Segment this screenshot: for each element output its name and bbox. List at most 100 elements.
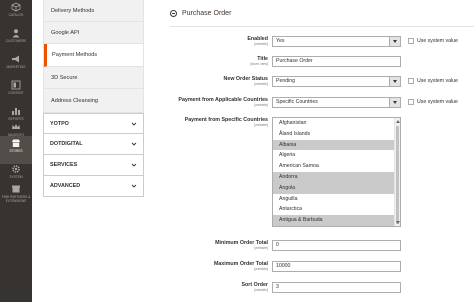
config-main: Purchase Order Enabled [website] Yes Use… bbox=[162, 0, 474, 302]
country-option[interactable]: Afghanistan bbox=[273, 118, 400, 129]
country-option[interactable]: Angola bbox=[273, 182, 400, 194]
nav-item-catalog[interactable]: Catalog bbox=[0, 0, 32, 28]
dropdown-arrow-icon bbox=[389, 77, 400, 86]
checkbox-icon[interactable] bbox=[408, 38, 414, 44]
config-item-delivery-methods[interactable]: Delivery Methods bbox=[44, 0, 143, 22]
nav-label: Catalog bbox=[8, 13, 24, 17]
country-option[interactable]: Andorra bbox=[273, 171, 400, 183]
nav-item-partners[interactable]: Find Partners & Extensions bbox=[0, 182, 32, 216]
field-label-sort-order: Sort Order [website] bbox=[158, 282, 269, 292]
admin-nav: Catalog Customers Marketing Content Repo… bbox=[0, 0, 32, 302]
system-label: Use system value bbox=[417, 78, 458, 84]
crown-icon bbox=[12, 124, 20, 129]
select-value: Pending bbox=[276, 78, 296, 84]
field-label-applicable-countries: Payment from Applicable Countries [websi… bbox=[158, 97, 268, 107]
use-system-value-enabled[interactable]: Use system value bbox=[408, 38, 458, 44]
section-header-purchase-order[interactable]: Purchase Order bbox=[170, 10, 231, 17]
system-label: Use system value bbox=[417, 99, 458, 105]
bar-chart-icon bbox=[12, 108, 20, 115]
field-label-specific-countries: Payment from Specific Countries [website… bbox=[158, 117, 268, 127]
title-input[interactable]: Purchase Order bbox=[272, 56, 401, 67]
config-section-yotpo[interactable]: YOTPO bbox=[43, 113, 144, 134]
section-label: DOTDIGITAL bbox=[50, 141, 83, 147]
multiselect-scrollbar[interactable] bbox=[394, 118, 400, 226]
section-divider bbox=[170, 26, 474, 27]
layout-icon bbox=[11, 80, 21, 90]
sales-tab-items: Delivery Methods Google API Payment Meth… bbox=[43, 0, 144, 113]
use-system-value-order-status[interactable]: Use system value bbox=[408, 78, 458, 84]
scope-text: [website] bbox=[254, 288, 268, 292]
new-order-status-select[interactable]: Pending bbox=[272, 76, 401, 87]
applicable-countries-select[interactable]: Specific Countries bbox=[272, 97, 401, 108]
field-label-new-order-status: New Order Status [website] bbox=[158, 76, 268, 86]
scope-text: [website] bbox=[254, 82, 268, 86]
nav-label: Customers bbox=[5, 39, 27, 43]
section-label: YOTPO bbox=[50, 120, 69, 127]
max-total-input[interactable]: 10000 bbox=[272, 261, 401, 272]
scope-text: [website] bbox=[254, 246, 268, 250]
chevron-down-icon bbox=[131, 142, 137, 146]
box-icon bbox=[12, 185, 20, 193]
specific-countries-multiselect[interactable]: Afghanistan Åland Islands Albania Algeri… bbox=[272, 117, 401, 227]
nav-label: Find Partners & Extensions bbox=[1, 195, 31, 203]
megaphone-icon bbox=[12, 55, 19, 63]
scroll-down-icon[interactable] bbox=[396, 221, 400, 224]
nav-label: Marketing bbox=[6, 65, 26, 69]
config-section-services[interactable]: SERVICES bbox=[43, 155, 144, 176]
chevron-down-icon bbox=[131, 122, 137, 126]
config-section-dotdigital[interactable]: DOTDIGITAL bbox=[43, 134, 144, 155]
scope-text: [website] bbox=[254, 267, 268, 271]
nav-label: Stores bbox=[9, 149, 23, 153]
scope-text: [store view] bbox=[250, 62, 268, 66]
config-item-google-api[interactable]: Google API bbox=[44, 22, 143, 44]
checkbox-icon[interactable] bbox=[408, 78, 414, 84]
scope-text: [website] bbox=[254, 42, 268, 46]
country-option[interactable]: American Samoa bbox=[273, 161, 400, 172]
scope-text: [website] bbox=[254, 103, 268, 107]
nav-item-marketing[interactable]: Marketing bbox=[0, 52, 32, 80]
country-option[interactable]: Antigua & Barbuda bbox=[273, 215, 400, 226]
chevron-down-icon bbox=[131, 163, 137, 167]
field-label-enabled: Enabled [website] bbox=[158, 36, 268, 46]
field-label-min-total: Minimum Order Total [website] bbox=[158, 240, 268, 250]
nav-label: System bbox=[9, 175, 23, 179]
country-option[interactable]: Anguilla bbox=[273, 194, 400, 205]
country-option[interactable]: Antarctica bbox=[273, 204, 400, 215]
config-section-advanced[interactable]: ADVANCED bbox=[43, 176, 144, 197]
system-label: Use system value bbox=[417, 38, 458, 44]
config-item-payment-methods[interactable]: Payment Methods bbox=[44, 44, 143, 67]
scope-text: [website] bbox=[254, 123, 268, 127]
config-item-3d-secure[interactable]: 3D Secure bbox=[44, 67, 143, 89]
gear-icon bbox=[12, 165, 20, 173]
country-option[interactable]: Åland Islands bbox=[273, 129, 400, 140]
nav-item-stores[interactable]: Stores bbox=[0, 136, 32, 164]
nav-item-content[interactable]: Content bbox=[0, 78, 32, 106]
store-icon bbox=[12, 139, 20, 147]
dropdown-arrow-icon bbox=[389, 37, 400, 46]
nav-item-customers[interactable]: Customers bbox=[0, 26, 32, 54]
section-title: Purchase Order bbox=[182, 10, 232, 17]
country-option[interactable]: Albania bbox=[273, 139, 400, 151]
country-option[interactable]: Algeria bbox=[273, 150, 400, 161]
cube-icon bbox=[11, 2, 21, 12]
section-label: ADVANCED bbox=[50, 183, 81, 189]
select-value: Specific Countries bbox=[276, 99, 318, 105]
scroll-thumb[interactable] bbox=[396, 126, 399, 224]
use-system-value-countries[interactable]: Use system value bbox=[408, 99, 458, 105]
field-label-title: Title [store view] bbox=[158, 56, 268, 66]
checkbox-icon[interactable] bbox=[408, 99, 414, 105]
config-item-address-cleansing[interactable]: Address Cleansing bbox=[44, 89, 143, 113]
section-label: SERVICES bbox=[50, 162, 78, 168]
person-icon bbox=[12, 29, 20, 38]
collapse-icon bbox=[170, 10, 177, 17]
sort-order-input[interactable]: 3 bbox=[272, 282, 401, 293]
scroll-up-icon[interactable] bbox=[396, 120, 400, 123]
chevron-down-icon bbox=[131, 184, 137, 188]
nav-label: Content bbox=[8, 91, 24, 95]
field-label-max-total: Maximum Order Total [website] bbox=[158, 261, 268, 271]
enabled-select[interactable]: Yes bbox=[272, 36, 401, 47]
config-sidebar: Delivery Methods Google API Payment Meth… bbox=[43, 0, 144, 302]
select-value: Yes bbox=[276, 38, 285, 44]
dropdown-arrow-icon bbox=[389, 98, 400, 107]
min-total-input[interactable]: 0 bbox=[272, 240, 401, 251]
